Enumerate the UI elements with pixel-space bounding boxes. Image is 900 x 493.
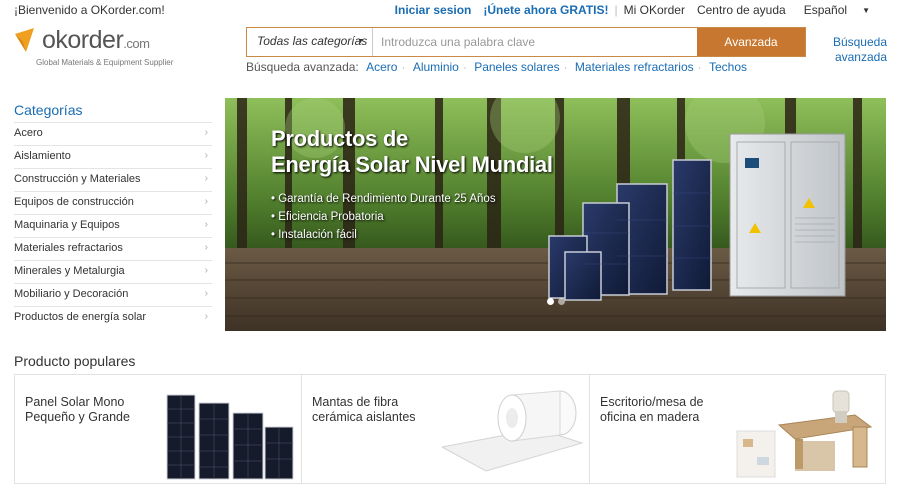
chevron-right-icon: › [204, 265, 208, 276]
carousel-dot[interactable] [558, 298, 565, 305]
welcome-text: ¡Bienvenido a OKorder.com! [14, 3, 165, 17]
advanced-search-link[interactable]: Búsqueda avanzada [823, 35, 887, 65]
chevron-right-icon: › [204, 242, 208, 253]
solar-panels-image [166, 394, 294, 480]
top-bar: ¡Bienvenido a OKorder.com! Iniciar sesio… [0, 0, 900, 22]
signin-link[interactable]: Iniciar sesion [389, 3, 478, 17]
popular-products-title: Producto populares [14, 353, 136, 369]
banner-title: Productos de Energía Solar Nivel Mundial [271, 126, 553, 177]
product-card[interactable]: Mantas de fibra cerámica aislantes [301, 375, 589, 483]
category-item[interactable]: Productos de energía solar › [14, 306, 212, 329]
chevron-right-icon: › [204, 219, 208, 230]
banner-bullet: • Garantía de Rendimiento Durante 25 Año… [271, 193, 496, 205]
product-label: Escritorio/mesa de oficina en madera [600, 395, 704, 424]
category-item[interactable]: Minerales y Metalurgia › [14, 260, 212, 283]
chevron-right-icon: › [204, 173, 208, 184]
logo-wordmark: okorder.com [42, 26, 150, 54]
carousel-dot[interactable] [547, 298, 554, 305]
help-center-link[interactable]: Centro de ayuda [691, 3, 792, 17]
product-label: Panel Solar Mono Pequeño y Grande [25, 395, 130, 424]
banner-bullet: • Eficiencia Probatoria [271, 211, 384, 223]
chevron-right-icon: › [204, 196, 208, 207]
category-item[interactable]: Maquinaria y Equipos › [14, 214, 212, 237]
carousel-dots [547, 298, 565, 305]
language-select[interactable]: Español ▼ [792, 3, 882, 17]
quick-link-aluminum[interactable]: Aluminio [413, 60, 459, 74]
popular-products-row: Panel Solar Mono Pequeño y Grande Mantas [14, 374, 886, 484]
ceramic-fiber-blanket-image [442, 390, 584, 472]
product-card[interactable]: Panel Solar Mono Pequeño y Grande [15, 375, 301, 483]
quick-search-links: Búsqueda avanzada: Acero · Aluminio · Pane… [246, 60, 748, 74]
search-button[interactable]: Avanzada [697, 28, 805, 56]
search-category-label: Todas las categorías [257, 34, 368, 48]
my-account-link[interactable]: Mi OKorder [618, 3, 691, 17]
category-item[interactable]: Aislamiento › [14, 145, 212, 168]
search-category-dropdown[interactable]: Todas las categorías ▼ [247, 28, 373, 56]
categories-list: Acero › Aislamiento › Construcción y Mater… [14, 122, 212, 329]
chevron-right-icon: › [204, 288, 208, 299]
chevron-right-icon: › [204, 150, 208, 161]
quick-link-roofing[interactable]: Techos [709, 60, 747, 74]
category-item[interactable]: Materiales refractarios › [14, 237, 212, 260]
product-card[interactable]: Escritorio/mesa de oficina en madera [589, 375, 885, 483]
office-desk-image [736, 390, 873, 478]
language-label: Español [803, 3, 848, 17]
quick-link-steel[interactable]: Acero [366, 60, 397, 74]
logo-tagline: Global Materials & Equipment Supplier [36, 58, 174, 67]
category-item[interactable]: Acero › [14, 122, 212, 145]
logo-check-icon [15, 28, 34, 52]
categories-title: Categorías [14, 102, 83, 118]
quick-link-solar-panels[interactable]: Paneles solares [474, 60, 559, 74]
join-link[interactable]: ¡Únete ahora GRATIS! [477, 3, 614, 17]
banner-bullet: • Instalación fácil [271, 229, 357, 241]
product-label: Mantas de fibra cerámica aislantes [312, 395, 416, 424]
category-item[interactable]: Equipos de construcción › [14, 191, 212, 214]
search-bar: Todas las categorías ▼ Avanzada [246, 27, 806, 57]
quick-link-refractory[interactable]: Materiales refractarios [575, 60, 694, 74]
chevron-down-icon: ▼ [357, 38, 364, 45]
chevron-right-icon: › [204, 311, 208, 322]
search-input[interactable] [373, 28, 697, 56]
chevron-right-icon: › [204, 127, 208, 138]
category-item[interactable]: Mobiliario y Decoración › [14, 283, 212, 306]
site-logo[interactable]: okorder.com Global Materials & Equipment… [14, 26, 194, 70]
chevron-down-icon: ▼ [862, 6, 870, 16]
quick-search-label: Búsqueda avanzada: [246, 60, 359, 74]
top-links: Iniciar sesion ¡Únete ahora GRATIS! | Mi… [389, 3, 882, 17]
banner-bullets: • Garantía de Rendimiento Durante 25 Año… [271, 190, 496, 244]
hero-banner[interactable]: Productos de Energía Solar Nivel Mundial… [225, 98, 886, 331]
category-item[interactable]: Construcción y Materiales › [14, 168, 212, 191]
